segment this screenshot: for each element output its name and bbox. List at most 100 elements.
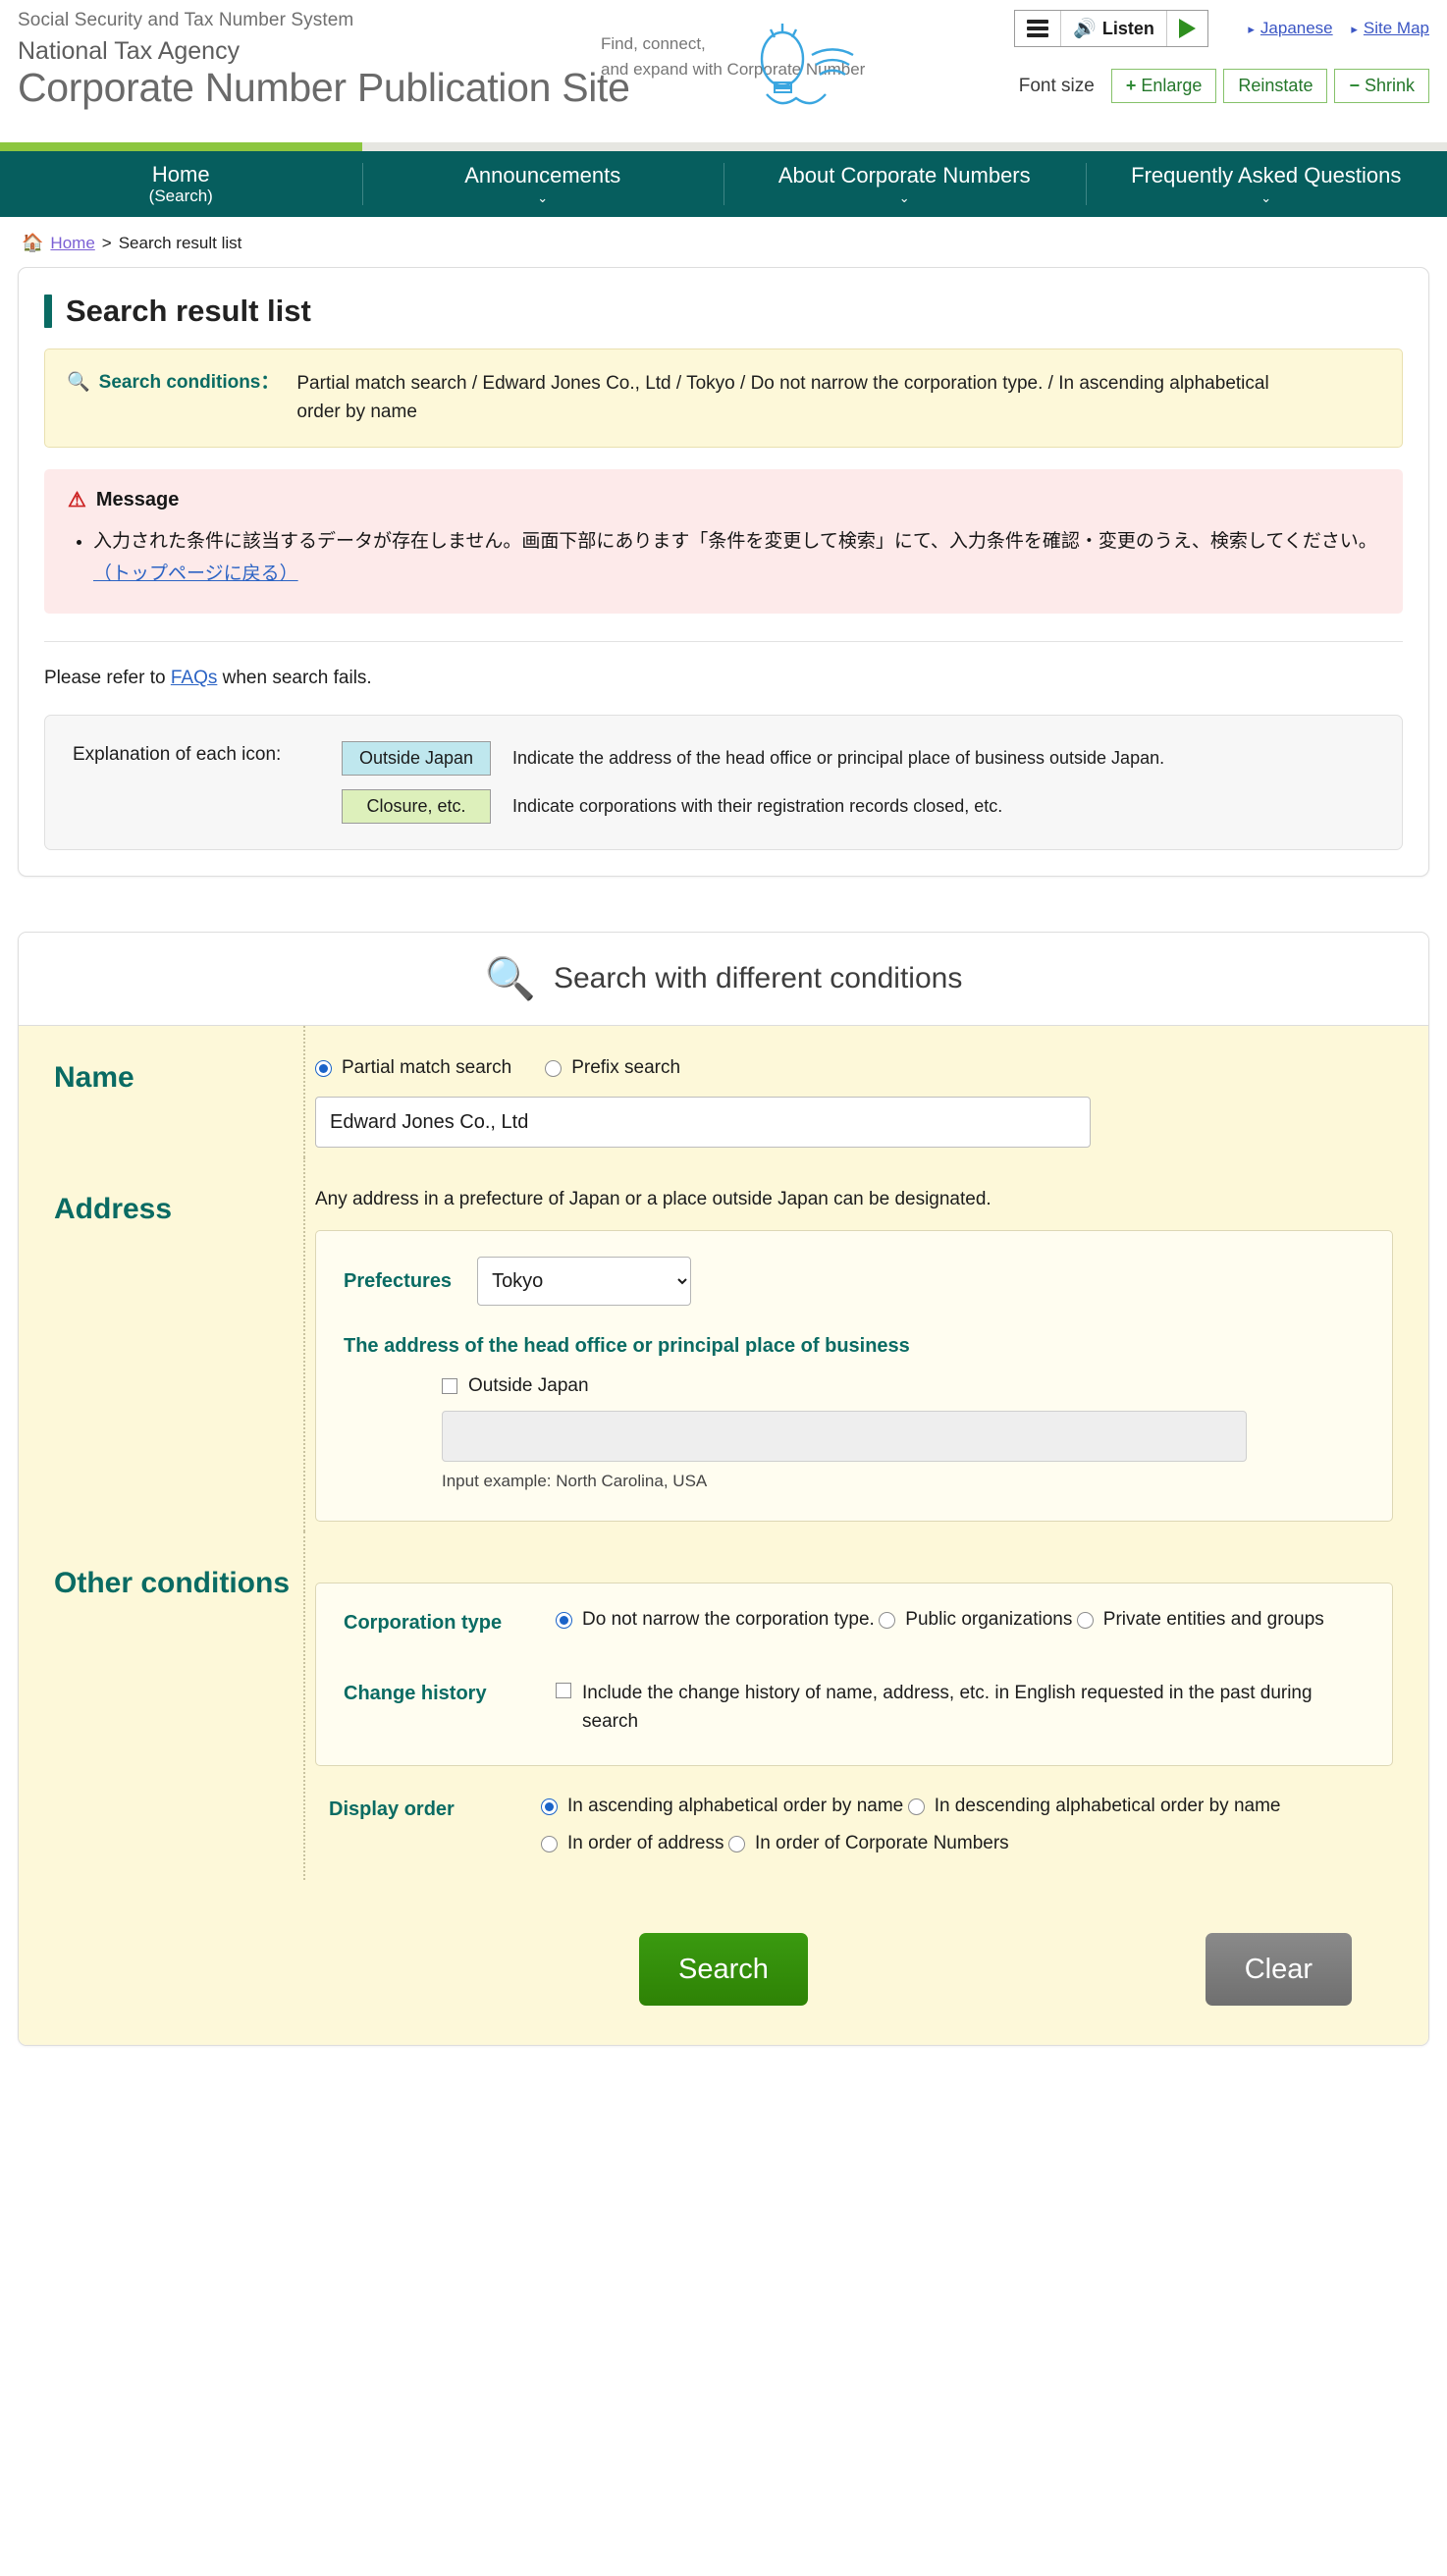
radio-prefix-search[interactable]: Prefix search [545, 1057, 680, 1079]
name-input[interactable] [315, 1097, 1091, 1149]
address-row: Address Any address in a prefecture of J… [19, 1157, 1428, 1532]
outside-japan-input[interactable] [442, 1411, 1247, 1463]
other-conditions-row: Other conditions Corporation type Do not… [19, 1531, 1428, 1881]
nav-label: Home [151, 161, 210, 187]
outside-japan-group: Outside Japan Input example: North Carol… [344, 1375, 1365, 1491]
radio-label: Prefix search [571, 1057, 681, 1079]
back-to-top-link[interactable]: （トップページに戻る） [93, 564, 298, 584]
other-conditions-body: Corporation type Do not narrow the corpo… [303, 1531, 1428, 1881]
nav-item-about-corporate-numbers[interactable]: About Corporate Numbers ⌄ [724, 151, 1086, 217]
radio-partial-match-search[interactable]: Partial match search [315, 1057, 511, 1079]
checkbox-indicator [556, 1683, 571, 1699]
radio-ascending-name[interactable]: In ascending alphabetical order by name [541, 1796, 903, 1817]
message-text: 入力された条件に該当するデータが存在しません。画面下部にあります「条件を変更して… [93, 530, 1377, 552]
menu-icon[interactable] [1015, 11, 1060, 46]
radio-indicator [556, 1611, 572, 1629]
search-panel-header: 🔍 Search with different conditions [19, 933, 1428, 1027]
corporation-type-group: Corporation type Do not narrow the corpo… [344, 1609, 1365, 1646]
listen-button[interactable]: 🔊 Listen [1060, 11, 1166, 46]
nav-item-announcements[interactable]: Announcements ⌄ [361, 151, 724, 217]
change-history-label: Change history [344, 1683, 487, 1705]
radio-indicator [727, 1835, 745, 1852]
clear-button[interactable]: Clear [1205, 1933, 1352, 2007]
checkbox-change-history[interactable]: Include the change history of name, addr… [556, 1680, 1365, 1736]
chevron-right-icon: ▸ [1248, 22, 1255, 36]
faq-suffix: when search fails. [217, 668, 372, 689]
icon-rows: Outside Japan Indicate the address of th… [342, 741, 1165, 825]
checkbox-outside-japan[interactable]: Outside Japan [442, 1375, 1365, 1397]
play-icon [1178, 19, 1196, 38]
radio-order-of-address[interactable]: In order of address [541, 1833, 724, 1854]
play-button[interactable] [1165, 11, 1207, 46]
radio-label: Partial match search [342, 1057, 512, 1079]
form-actions: Search Clear [19, 1933, 1428, 2007]
nav-item-home[interactable]: Home (Search) [0, 142, 362, 217]
site-header: Social Security and Tax Number System Na… [0, 0, 1447, 142]
radio-indicator [879, 1611, 896, 1629]
name-label: Name [54, 1061, 134, 1095]
search-conditions-label-text: Search conditions： [98, 372, 280, 393]
radio-public-organizations[interactable]: Public organizations [879, 1609, 1072, 1631]
radio-indicator [541, 1835, 558, 1852]
checkbox-label: Include the change history of name, addr… [582, 1683, 1313, 1732]
reinstate-button[interactable]: Reinstate [1223, 69, 1328, 103]
list-item: 入力された条件に該当するデータが存在しません。画面下部にあります「条件を変更して… [93, 525, 1379, 591]
radio-indicator [1076, 1611, 1094, 1629]
address-helper-text: Any address in a prefecture of Japan or … [315, 1189, 991, 1210]
radio-label: Private entities and groups [1102, 1609, 1324, 1631]
faq-link[interactable]: FAQs [171, 668, 218, 688]
search-conditions-value: Partial match search / Edward Jones Co.,… [296, 373, 1269, 423]
message-heading: ⚠ Message [68, 489, 1379, 511]
font-size-label: Font size [1018, 75, 1095, 96]
change-history-group: Change history Include the change histor… [344, 1680, 1365, 1736]
outside-japan-description: Indicate the address of the head office … [512, 748, 1165, 769]
card-body: 🔍 Search conditions： Partial match searc… [19, 349, 1428, 876]
radio-label: Do not narrow the corporation type. [582, 1609, 875, 1631]
radio-label: Public organizations [905, 1609, 1073, 1631]
radio-private-entities[interactable]: Private entities and groups [1076, 1609, 1324, 1631]
name-row: Name Partial match search Prefix search [19, 1026, 1428, 1158]
shrink-label: Shrink [1364, 76, 1415, 95]
prefecture-field: Prefectures Tokyo [344, 1257, 1365, 1307]
radio-descending-name[interactable]: In descending alphabetical order by name [907, 1796, 1280, 1817]
nav-item-faq[interactable]: Frequently Asked Questions ⌄ [1085, 151, 1447, 217]
sitemap-link[interactable]: Site Map [1364, 19, 1429, 37]
faq-prefix: Please refer to [44, 668, 171, 689]
enlarge-button[interactable]: + Enlarge [1110, 69, 1217, 103]
icon-explanation-box: Explanation of each icon: Outside Japan … [44, 715, 1403, 851]
speaker-icon: 🔊 [1073, 19, 1097, 39]
search-conditions-box: 🔍 Search conditions： Partial match searc… [44, 349, 1403, 448]
listen-toolbar[interactable]: 🔊 Listen [1014, 10, 1208, 47]
head-office-title: The address of the head office or princi… [344, 1335, 910, 1358]
prefecture-select[interactable]: Tokyo [477, 1257, 692, 1307]
corporation-type-label: Corporation type [344, 1612, 503, 1635]
checkbox-label: Outside Japan [468, 1375, 589, 1397]
breadcrumb-current: Search result list [118, 233, 242, 252]
radio-label: In ascending alphabetical order by name [567, 1796, 904, 1817]
radio-order-of-corporate-numbers[interactable]: In order of Corporate Numbers [727, 1833, 1009, 1854]
home-icon: 🏠 [22, 233, 44, 252]
nav-label: About Corporate Numbers [777, 163, 1031, 188]
search-result-card: Search result list 🔍 Search conditions： … [18, 267, 1429, 878]
search-button[interactable]: Search [639, 1933, 808, 2007]
address-subbox: Prefectures Tokyo The address of the hea… [315, 1230, 1393, 1523]
corporation-type-options: Do not narrow the corporation type. Publ… [556, 1609, 1365, 1646]
nav-sublabel: (Search) [148, 187, 213, 206]
radio-indicator [545, 1059, 563, 1077]
radio-do-not-narrow[interactable]: Do not narrow the corporation type. [556, 1609, 875, 1631]
input-example: Input example: North Carolina, USA [442, 1472, 708, 1491]
breadcrumb-home-link[interactable]: Home [50, 234, 94, 253]
shrink-button[interactable]: − Shrink [1334, 69, 1429, 103]
font-size-controls: Font size + Enlarge Reinstate − Shrink [1014, 69, 1429, 103]
search-again-panel: 🔍 Search with different conditions Name … [18, 932, 1429, 2047]
divider [44, 641, 1403, 643]
faq-hint: Please refer to FAQs when search fails. [44, 668, 1403, 689]
radio-label: In order of address [567, 1833, 724, 1854]
enlarge-label: Enlarge [1141, 76, 1203, 95]
name-body: Partial match search Prefix search [303, 1026, 1428, 1158]
chevron-down-icon: ⌄ [898, 189, 910, 205]
message-heading-text: Message [95, 488, 180, 510]
other-conditions-label: Other conditions [54, 1567, 290, 1600]
japanese-link[interactable]: Japanese [1260, 19, 1333, 37]
icon-explanation-label: Explanation of each icon: [73, 744, 282, 766]
